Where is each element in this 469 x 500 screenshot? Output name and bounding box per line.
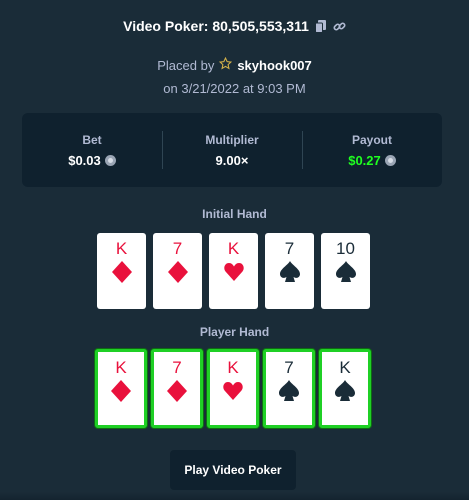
- heart-icon: [223, 380, 243, 407]
- playing-card: 7: [151, 349, 203, 428]
- card-rank: K: [227, 358, 239, 377]
- diamond-icon: [167, 261, 188, 288]
- username-link[interactable]: skyhook007: [237, 58, 311, 73]
- multiplier-label: Multiplier: [205, 132, 259, 147]
- diamond-icon: [111, 261, 132, 288]
- card-rank: K: [339, 358, 351, 377]
- coin-icon: [104, 154, 116, 166]
- spade-icon: [335, 380, 355, 407]
- coin-icon: [384, 154, 396, 166]
- playing-card: K: [209, 233, 258, 309]
- link-icon[interactable]: [333, 20, 346, 33]
- star-icon: [219, 56, 233, 73]
- playing-card: 7: [263, 349, 315, 428]
- bet-details-modal: Video Poker: 80,505,553,311 Placed by sk…: [0, 0, 469, 500]
- scroll-fade: [0, 492, 469, 500]
- diamond-icon: [167, 380, 187, 407]
- initial-hand: K 7 K 7 10: [97, 233, 370, 309]
- payout-value-row: $0.27: [348, 153, 396, 168]
- playing-card: 10: [321, 233, 370, 309]
- page-title: Video Poker: 80,505,553,311: [123, 18, 309, 34]
- copy-icon[interactable]: [314, 19, 327, 33]
- spade-icon: [335, 261, 356, 288]
- bet-value-row: $0.03: [68, 153, 116, 168]
- playing-card: K: [95, 349, 147, 428]
- playing-card: K: [319, 349, 371, 428]
- payout-value: $0.27: [348, 152, 381, 168]
- placed-by-label: Placed by: [157, 57, 215, 73]
- payout-label: Payout: [351, 132, 392, 147]
- spade-icon: [279, 261, 300, 288]
- card-rank: K: [115, 358, 127, 377]
- player-hand-label: Player Hand: [199, 325, 270, 339]
- multiplier-stat: Multiplier 9.00×: [162, 113, 302, 187]
- heart-icon: [223, 261, 244, 288]
- card-rank: 7: [284, 358, 294, 377]
- multiplier-value: 9.00×: [215, 152, 249, 168]
- placed-by-row: Placed by skyhook007: [0, 56, 469, 73]
- bet-label: Bet: [82, 132, 102, 147]
- card-rank: K: [227, 239, 240, 258]
- diamond-icon: [111, 380, 131, 407]
- card-rank: 10: [336, 239, 355, 258]
- play-video-poker-button[interactable]: Play Video Poker: [170, 450, 296, 490]
- player-hand: K 7 K 7 K: [95, 349, 371, 428]
- bet-value: $0.03: [68, 152, 101, 168]
- playing-card: K: [97, 233, 146, 309]
- playing-card: K: [207, 349, 259, 428]
- playing-card: 7: [153, 233, 202, 309]
- playing-card: 7: [265, 233, 314, 309]
- bet-stats-panel: Bet $0.03 Multiplier 9.00× Payout $0.27: [22, 113, 442, 187]
- card-rank: 7: [172, 358, 182, 377]
- initial-hand-label: Initial Hand: [202, 207, 267, 221]
- payout-stat: Payout $0.27: [302, 113, 442, 187]
- card-rank: K: [115, 239, 128, 258]
- card-rank: 7: [172, 239, 183, 258]
- bet-date: on 3/21/2022 at 9:03 PM: [163, 81, 306, 96]
- bet-stat: Bet $0.03: [22, 113, 162, 187]
- card-rank: 7: [284, 239, 295, 258]
- title-row: Video Poker: 80,505,553,311: [0, 18, 469, 34]
- spade-icon: [279, 380, 299, 407]
